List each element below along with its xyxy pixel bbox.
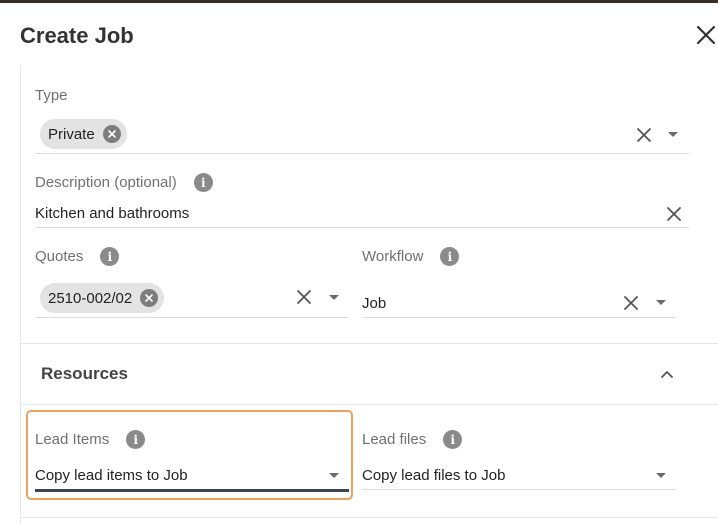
workflow-dropdown-icon[interactable] <box>656 300 666 305</box>
create-job-dialog: Create Job Type Private Description (opt… <box>0 3 718 524</box>
lead-files-dropdown-icon[interactable] <box>656 473 666 478</box>
workflow-label-text: Workflow <box>362 248 424 265</box>
info-icon[interactable]: i <box>193 173 213 192</box>
info-icon[interactable]: i <box>100 247 120 266</box>
dialog-title: Create Job <box>20 23 134 48</box>
type-chip: Private <box>40 119 127 149</box>
workflow-label: Workflow i <box>362 247 460 266</box>
lead-files-select[interactable]: Copy lead files to Job <box>362 463 676 490</box>
quote-chip-label: 2510-002/02 <box>48 289 133 307</box>
lead-items-value: Copy lead items to Job <box>35 467 188 484</box>
quote-chip: 2510-002/02 <box>40 283 165 313</box>
workflow-select[interactable]: Job <box>362 279 676 318</box>
quotes-label-text: Quotes <box>35 248 84 265</box>
lead-files-value: Copy lead files to Job <box>362 467 506 484</box>
lead-items-label: Lead Items i <box>35 430 146 449</box>
lead-files-label-text: Lead files <box>362 431 427 448</box>
dialog-content: Type Private Description (optional) i Ki… <box>20 65 718 524</box>
workflow-clear-icon[interactable] <box>622 294 640 312</box>
close-icon[interactable] <box>694 23 718 47</box>
quotes-input[interactable] <box>175 281 291 313</box>
type-dropdown-icon[interactable] <box>668 132 678 137</box>
type-input[interactable] <box>133 117 631 149</box>
lead-items-dropdown-icon[interactable] <box>329 473 339 478</box>
divider <box>21 517 718 518</box>
description-label-text: Description (optional) <box>35 174 177 191</box>
lead-items-select[interactable]: Copy lead items to Job <box>35 463 349 492</box>
type-chip-label: Private <box>48 125 95 143</box>
workflow-value: Job <box>362 295 387 312</box>
quotes-label: Quotes i <box>35 247 120 266</box>
type-select[interactable]: Private <box>35 115 689 154</box>
resources-section-header[interactable]: Resources <box>21 343 718 405</box>
type-label-text: Type <box>35 87 68 104</box>
chevron-up-icon[interactable] <box>659 366 675 382</box>
info-icon[interactable]: i <box>440 247 460 266</box>
description-clear-icon[interactable] <box>665 205 683 223</box>
quotes-select[interactable]: 2510-002/02 <box>35 279 349 318</box>
chip-remove-icon[interactable] <box>102 125 121 143</box>
quotes-clear-icon[interactable] <box>295 288 313 306</box>
type-clear-icon[interactable] <box>635 126 653 144</box>
info-icon[interactable]: i <box>443 430 463 449</box>
lead-items-label-text: Lead Items <box>35 431 110 448</box>
description-field[interactable]: Kitchen and bathrooms <box>35 201 689 228</box>
lead-files-label: Lead files i <box>362 430 463 449</box>
description-value[interactable]: Kitchen and bathrooms <box>35 205 189 222</box>
resources-title: Resources <box>41 364 128 383</box>
type-label: Type <box>35 87 68 104</box>
description-label: Description (optional) i <box>35 173 213 192</box>
chip-remove-icon[interactable] <box>140 289 159 307</box>
quotes-dropdown-icon[interactable] <box>329 295 339 300</box>
info-icon[interactable]: i <box>126 430 146 449</box>
